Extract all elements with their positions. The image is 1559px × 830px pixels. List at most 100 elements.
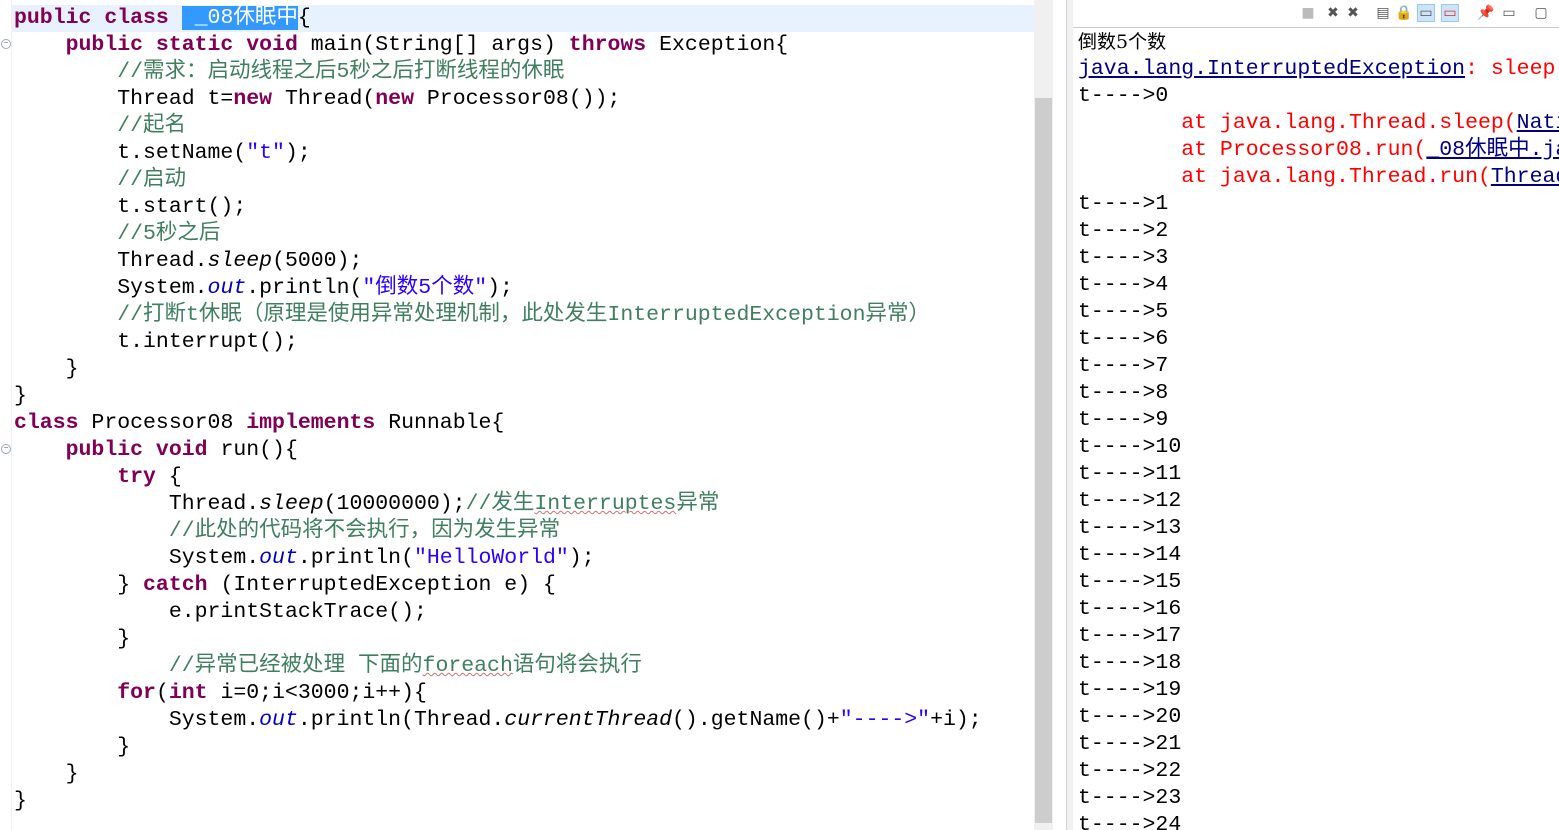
code-token: at Processor08.run(: [1078, 138, 1427, 162]
stacktrace-link[interactable]: Thread.java: [1491, 165, 1559, 189]
code-token: }: [14, 573, 144, 597]
console-line: t---->10: [1078, 434, 1559, 461]
console-line: t---->17: [1078, 623, 1559, 650]
code-line: Thread t=new Thread(new Processor08());: [14, 86, 1034, 113]
code-line: System.out.println(Thread.currentThread(…: [14, 707, 1034, 734]
code-token: t---->8: [1078, 381, 1169, 405]
code-token: //启动: [117, 168, 187, 192]
display-console-icon[interactable]: ▭: [1501, 5, 1517, 21]
code-line: public static void main(String[] args) t…: [14, 32, 1034, 59]
remove-all-icon[interactable]: ✖: [1345, 5, 1361, 21]
code-token: (: [155, 681, 169, 705]
console-line: at java.lang.Thread.run(Thread.java): [1078, 164, 1559, 191]
code-token: out: [207, 276, 247, 300]
code-token: }: [14, 789, 27, 813]
code-line: //打断t休眠（原理是使用异常处理机制，此处发生InterruptedExcep…: [14, 302, 1034, 329]
remove-launch-icon[interactable]: ✖: [1325, 5, 1341, 21]
scroll-lock-icon[interactable]: 🔒: [1395, 5, 1412, 21]
editor-vertical-scrollbar[interactable]: [1034, 0, 1053, 830]
code-line: t.setName("t");: [14, 140, 1034, 167]
scrollbar-thumb[interactable]: [1035, 98, 1052, 823]
console-line: t---->14: [1078, 542, 1559, 569]
console-line: t---->15: [1078, 569, 1559, 596]
code-token: main(String[] args): [310, 33, 569, 57]
code-token: 倒数5个数: [1078, 31, 1167, 53]
code-token: t---->19: [1078, 678, 1182, 702]
fold-collapse-icon[interactable]: −: [1, 39, 11, 49]
code-token: public class: [14, 6, 182, 30]
code-token: //打断t休眠（原理是使用异常处理机制，此处发生InterruptedExcep…: [117, 303, 930, 327]
code-line: System.out.println("HelloWorld");: [14, 545, 1034, 572]
console-line: t---->3: [1078, 245, 1559, 272]
console-line: t---->13: [1078, 515, 1559, 542]
code-token: );: [284, 141, 311, 165]
show-on-stdout-icon[interactable]: ▭: [1417, 4, 1435, 22]
code-line: //异常已经被处理 下面的foreach语句将会执行: [14, 653, 1034, 680]
code-token: int: [168, 681, 221, 705]
code-token: Exception{: [659, 33, 789, 57]
code-token: t---->9: [1078, 408, 1169, 432]
code-token: t---->16: [1078, 597, 1182, 621]
code-token: }: [14, 357, 79, 381]
code-line: //需求：启动线程之后5秒之后打断线程的休眠: [14, 59, 1034, 86]
code-line: e.printStackTrace();: [14, 599, 1034, 626]
code-token: //异常已经被处理 下面的: [168, 654, 423, 678]
code-token: t---->13: [1078, 516, 1182, 540]
code-token: t.start();: [14, 195, 247, 219]
code-line: Thread.sleep(10000000);//发生Interruptes异常: [14, 491, 1034, 518]
code-token: (10000000);: [323, 492, 466, 516]
terminate-icon[interactable]: ■: [1300, 5, 1316, 21]
code-line: //此处的代码将不会执行，因为发生异常: [14, 518, 1034, 545]
code-token: Runnable{: [388, 411, 505, 435]
code-token: );: [487, 276, 513, 300]
code-token: out: [259, 708, 298, 732]
code-line: public void run(){: [14, 437, 1034, 464]
console-line: t---->9: [1078, 407, 1559, 434]
code-token: Processor08: [91, 411, 247, 435]
code-token: .println(: [246, 276, 363, 300]
console-line: t---->16: [1078, 596, 1559, 623]
code-lines: public class _08休眠中{ public static void …: [12, 5, 1034, 815]
code-token: "HelloWorld": [413, 546, 569, 570]
show-on-stderr-icon[interactable]: ▭: [1441, 4, 1459, 22]
console-line: at Processor08.run(_08休眠中.java): [1078, 137, 1559, 164]
code-token: try: [117, 465, 169, 489]
code-token: t---->22: [1078, 759, 1182, 783]
code-token: new: [233, 87, 285, 111]
open-console-icon[interactable]: ▢: [1533, 5, 1549, 21]
code-token: sleep: [207, 249, 273, 273]
stacktrace-link[interactable]: _08休眠中.java: [1426, 138, 1559, 162]
code-token: for: [117, 681, 156, 705]
clear-console-icon[interactable]: ▤: [1375, 5, 1391, 21]
code-token: 语句将会执行: [512, 654, 642, 678]
console-line: t---->20: [1078, 704, 1559, 731]
console-line: t---->22: [1078, 758, 1559, 785]
code-token: sleep: [259, 492, 324, 516]
code-token: }: [14, 384, 27, 408]
code-token: ().getName()+: [672, 708, 840, 732]
fold-collapse-icon[interactable]: −: [1, 444, 11, 454]
code-editor[interactable]: − − public class _08休眠中{ public static v…: [0, 0, 1034, 830]
code-token: );: [568, 546, 595, 570]
code-token: t---->14: [1078, 543, 1182, 567]
stacktrace-link[interactable]: Native Method: [1517, 111, 1559, 135]
code-token: t---->7: [1078, 354, 1169, 378]
stacktrace-link[interactable]: java.lang.InterruptedException: [1078, 57, 1465, 81]
code-token: at java.lang.Thread.run(: [1078, 165, 1491, 189]
code-token: Interruptes: [534, 492, 677, 516]
code-token: foreach: [422, 654, 513, 678]
pin-console-icon[interactable]: 📌: [1477, 5, 1494, 21]
code-token: t---->4: [1078, 273, 1169, 297]
console-view[interactable]: ■ ✖ ✖ ▤ 🔒 ▭ ▭ 📌 ▭ ▢ 倒数5个数 java.lang.InterruptedExc…: [1073, 0, 1559, 830]
code-token: .println(: [297, 546, 414, 570]
code-token: t---->1: [1078, 192, 1169, 216]
code-token: new: [375, 87, 427, 111]
code-token: //起名: [117, 114, 187, 138]
console-line: java.lang.InterruptedException: sleep in…: [1078, 56, 1559, 83]
code-token: t---->5: [1078, 300, 1169, 324]
